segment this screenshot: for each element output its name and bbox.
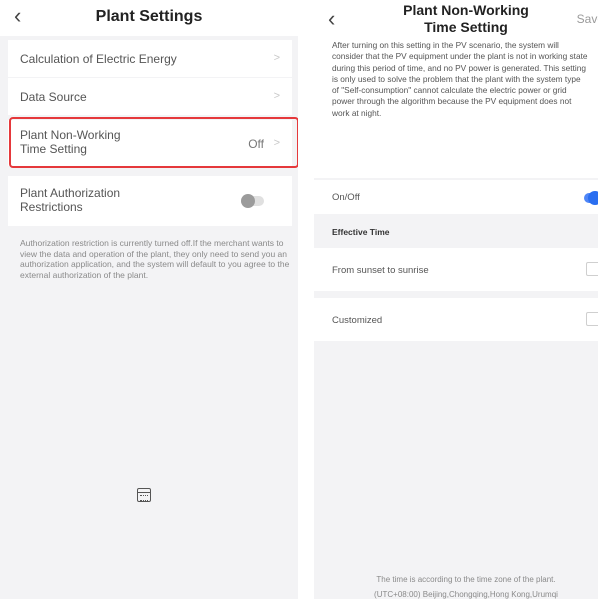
effective-time-heading: Effective Time bbox=[332, 227, 390, 237]
onoff-label: On/Off bbox=[332, 192, 360, 203]
chevron-right-icon: > bbox=[273, 52, 280, 64]
plant-settings-screen: ‹ Plant Settings Calculation of Electric… bbox=[0, 0, 298, 599]
page-title: Plant Non-Working Time Setting bbox=[374, 2, 558, 36]
back-icon[interactable]: ‹ bbox=[328, 8, 335, 30]
authorization-toggle[interactable] bbox=[241, 194, 264, 208]
toggle-knob bbox=[241, 194, 255, 208]
toggle-knob bbox=[588, 191, 598, 205]
checkbox[interactable] bbox=[586, 262, 598, 276]
timezone-note: The time is according to the time zone o… bbox=[314, 572, 598, 599]
onoff-toggle[interactable] bbox=[584, 191, 598, 205]
row-label: Calculation of Electric Energy bbox=[20, 52, 177, 66]
row-label: Data Source bbox=[20, 90, 87, 104]
timezone-note-line1: The time is according to the time zone o… bbox=[376, 575, 556, 584]
checkbox[interactable] bbox=[586, 312, 598, 326]
plant-settings-header: ‹ Plant Settings bbox=[0, 0, 298, 36]
data-source-row[interactable]: Data Source > bbox=[8, 78, 292, 115]
chevron-right-icon: > bbox=[273, 90, 280, 102]
authorization-note: Authorization restriction is currently t… bbox=[20, 238, 290, 280]
row-label-line2: Restrictions bbox=[20, 200, 83, 214]
calendar-icon[interactable] bbox=[137, 488, 151, 502]
non-working-time-header: ‹ Plant Non-Working Time Setting Save bbox=[314, 0, 598, 36]
non-working-time-setting-screen: ‹ Plant Non-Working Time Setting Save Af… bbox=[314, 0, 598, 599]
calculation-of-electric-energy-row[interactable]: Calculation of Electric Energy > bbox=[8, 40, 292, 77]
option-label: From sunset to sunrise bbox=[332, 265, 429, 276]
plant-authorization-restrictions-row: Plant Authorization Restrictions bbox=[8, 176, 292, 226]
row-label-line1: Plant Authorization bbox=[20, 186, 121, 200]
title-line1: Plant Non-Working bbox=[403, 2, 529, 18]
onoff-row[interactable]: On/Off bbox=[314, 180, 598, 214]
option-sunset-to-sunrise[interactable]: From sunset to sunrise bbox=[314, 248, 598, 291]
timezone-note-line2: (UTC+08:00) Beijing,Chongqing,Hong Kong,… bbox=[374, 590, 558, 599]
highlight-box bbox=[9, 117, 298, 168]
title-line2: Time Setting bbox=[424, 19, 508, 35]
option-label: Customized bbox=[332, 315, 383, 326]
setting-description: After turning on this setting in the PV … bbox=[314, 36, 598, 178]
option-customized[interactable]: Customized bbox=[314, 298, 598, 341]
save-button[interactable]: Save bbox=[577, 12, 598, 26]
page-title: Plant Settings bbox=[95, 8, 203, 25]
